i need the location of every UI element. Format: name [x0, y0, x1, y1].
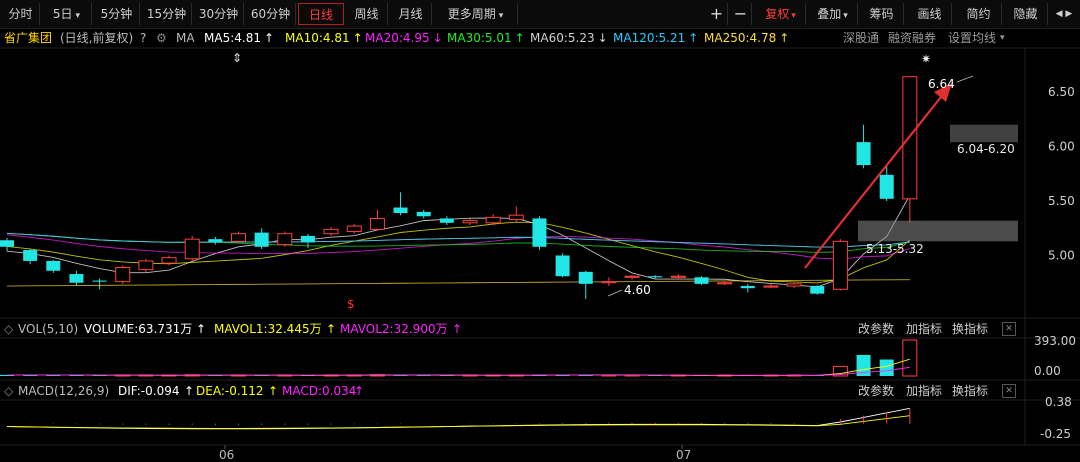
- candle: [694, 276, 709, 285]
- dea-value: DEA:-0.112: [196, 384, 264, 398]
- candle: [879, 163, 894, 201]
- dif-value: DIF:-0.094: [118, 384, 180, 398]
- candle: [601, 277, 617, 287]
- candle: [856, 124, 871, 169]
- event-marker-icon[interactable]: $: [347, 297, 355, 311]
- candle: [184, 235, 200, 261]
- candle: [902, 76, 918, 223]
- candle: [532, 216, 547, 251]
- candle: [277, 231, 293, 247]
- trend-arrow-icon: ↑: [354, 384, 365, 398]
- price-tick-label: 5.50: [1048, 194, 1075, 208]
- mavol2-line: [6, 366, 910, 376]
- price-tick-label: 6.50: [1048, 85, 1075, 99]
- candle: [254, 228, 269, 249]
- trend-arrow-icon: ↑: [268, 384, 279, 398]
- indicator-name: VOL(5,10): [18, 322, 79, 336]
- trend-arrow-icon: ↑: [184, 384, 195, 398]
- dif-line: [6, 407, 910, 430]
- candle: [138, 258, 154, 272]
- candle: [624, 275, 640, 280]
- mavol1-line: [6, 358, 910, 376]
- candle: [670, 274, 686, 279]
- panel-button-0[interactable]: 改参数: [858, 320, 894, 338]
- drag-handle-icon[interactable]: ⇕: [232, 51, 242, 65]
- ma5-line: [6, 194, 911, 288]
- volume-bar: [902, 339, 918, 377]
- candle: [763, 283, 779, 289]
- candle: [69, 270, 84, 287]
- candle: [323, 227, 339, 236]
- support-zone: [858, 220, 1018, 242]
- macd-axis-min: -0.25: [1040, 427, 1071, 441]
- candle: [416, 209, 431, 219]
- candle: [462, 218, 478, 225]
- panel-toggle-icon[interactable]: ◇: [4, 320, 13, 338]
- candle: [393, 192, 408, 216]
- low-pointer: [607, 289, 623, 297]
- volume-panel-header: ◇ VOL(5,10) VOLUME:63.731万 ↑ MAVOL1:32.445万 ↑…: [0, 320, 1080, 338]
- x-tick-label: 07: [676, 448, 691, 462]
- candle: [439, 216, 454, 225]
- macd-value: MACD:0.034: [282, 384, 357, 398]
- panel-button-2[interactable]: 换指标: [952, 320, 988, 338]
- candle: [786, 282, 802, 289]
- candle: [810, 284, 825, 295]
- candle: [115, 265, 131, 284]
- mavol2-value: MAVOL2:32.900万: [340, 322, 448, 336]
- candle: [508, 206, 524, 222]
- volume-axis-min: 0.00: [1034, 364, 1061, 378]
- star-marker-icon: ✷: [921, 52, 931, 66]
- panel-button-0[interactable]: 改参数: [858, 382, 894, 400]
- price-tick-label: 6.00: [1048, 140, 1075, 154]
- close-icon[interactable]: ✕: [1002, 322, 1016, 336]
- panel-button-2[interactable]: 换指标: [952, 382, 988, 400]
- candle: [46, 259, 61, 273]
- lower-zone-label: 5.13-5.32: [866, 242, 924, 256]
- ma30-line: [6, 232, 910, 253]
- trend-arrow-icon: ↑: [196, 322, 207, 336]
- candle: [832, 239, 848, 291]
- candle: [0, 238, 14, 252]
- x-tick-label: 06: [219, 448, 234, 462]
- candle: [346, 223, 362, 234]
- candle: [92, 278, 107, 290]
- ma250-line: [6, 279, 910, 287]
- candle: [740, 283, 755, 293]
- candle: [555, 253, 570, 278]
- panel-toggle-icon[interactable]: ◇: [4, 382, 13, 400]
- upper-zone-label: 6.04-6.20: [957, 142, 1015, 156]
- ma60-line: [6, 232, 910, 248]
- dea-line: [6, 415, 910, 429]
- candle: [231, 231, 246, 244]
- volume-value: VOLUME:63.731万: [84, 322, 193, 336]
- panel-button-1[interactable]: 加指标: [906, 382, 942, 400]
- candle: [578, 270, 593, 300]
- ma120-line: [6, 232, 910, 248]
- low-price-label: 4.60: [624, 283, 651, 297]
- trend-arrow-icon: ↑: [326, 322, 337, 336]
- price-tick-label: 5.00: [1048, 249, 1075, 263]
- high-price-label: 6.64: [928, 77, 955, 91]
- close-icon[interactable]: ✕: [1002, 384, 1016, 398]
- candle: [23, 248, 38, 265]
- volume-bar: [879, 359, 894, 376]
- mavol1-value: MAVOL1:32.445万: [214, 322, 322, 336]
- panel-button-1[interactable]: 加指标: [906, 320, 942, 338]
- macd-panel-header: ◇ MACD(12,26,9) DIF:-0.094 ↑ DEA:-0.112 ↑ MACD…: [0, 382, 1080, 400]
- high-pointer: [956, 75, 974, 83]
- candle: [369, 209, 385, 231]
- indicator-name: MACD(12,26,9): [18, 384, 110, 398]
- trend-arrow-icon: ↑: [452, 322, 463, 336]
- candle: [208, 236, 223, 245]
- resistance-zone: [950, 124, 1018, 143]
